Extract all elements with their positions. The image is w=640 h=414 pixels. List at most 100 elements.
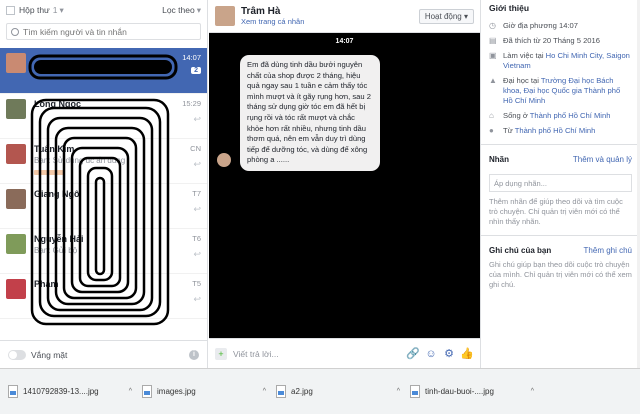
emoji-icon[interactable]: ☺ [424,348,438,360]
contact-avatar[interactable] [215,6,235,26]
calendar-icon: ▤ [489,36,497,45]
chevron-down-icon[interactable]: ▾ [59,5,63,16]
settings-icon[interactable]: ⚙ [442,347,456,360]
status-dropdown[interactable]: Hoạt động ▾ [418,8,474,24]
info-text: Sống ở [503,111,530,120]
contact-titles: Trâm Hà Xem trang cá nhân [241,6,419,26]
presence-bar: Vắng mặt i [0,340,207,368]
thread-time: 14:07 [182,53,201,62]
thread-body: Phạm [34,279,179,318]
filter-dropdown[interactable]: Lọc theo [162,5,195,15]
inbox-dropdown[interactable]: Hộp thư [19,5,50,15]
labels-header: Nhãn Thêm và quản lý [489,155,632,164]
contact-name[interactable]: Trâm Hà [241,6,419,17]
thread-item[interactable]: Tuấn Kim Bạn: Sử dụng đc ấn dung CN ↩ [0,139,207,184]
time-divider: 14:07 [335,38,354,45]
clock-icon: ◷ [489,21,496,30]
download-item[interactable]: tinh-dau-buoi-....jpg ^ [406,378,538,406]
thread-snippet: Bạn: Sử dụng đc ấn dung [34,156,126,165]
sender-avatar [217,153,231,167]
labels-title: Nhãn [489,155,509,164]
select-all-checkbox[interactable] [6,5,15,15]
chevron-up-icon[interactable]: ^ [397,388,400,395]
paperclip-icon[interactable]: 🔗 [406,347,420,360]
download-filename: a2.jpg [291,387,313,396]
chevron-up-icon[interactable]: ^ [263,388,266,395]
message-bubble: Em đã dùng tinh dầu bưởi nguyên chất của… [240,55,380,171]
thread-item[interactable]: Phạm T5 ↩ [0,274,207,319]
thread-meta: CN ↩ [179,144,201,183]
chevron-up-icon[interactable]: ^ [129,388,132,395]
download-filename: tinh-dau-buoi-....jpg [425,387,494,396]
thread-time: T5 [192,279,201,288]
thread-meta: 15:29 ↩ [179,99,201,138]
notes-title: Ghi chú của bạn [489,246,552,255]
info-text: Đại học tại [503,76,541,85]
intro-title: Giới thiệu [489,3,530,13]
search-input[interactable] [23,26,193,37]
view-profile-link[interactable]: Xem trang cá nhân [241,17,419,26]
thread-item[interactable]: Nguyễn Hải Bạn: Gửi bộ T6 ↩ [0,229,207,274]
away-label: Vắng mặt [31,349,68,360]
message-area: 14:07 Em đã dùng tinh dầu bưởi nguyên ch… [209,33,480,338]
away-toggle[interactable] [8,349,26,360]
download-item[interactable]: images.jpg ^ [138,378,270,406]
filter-chevron-icon[interactable]: ▾ [197,5,201,16]
reply-icon: ↩ [193,114,201,124]
thread-time: T7 [192,189,201,198]
lives-in-row: ⌂ Sống ở Thành phố Hồ Chí Minh [489,111,632,121]
info-text: Đã thích từ 20 Tháng 5 2016 [503,36,600,45]
thread-meta: 14:07 2 [179,53,201,93]
search-icon [11,27,19,36]
thread-item-active[interactable]: 14:07 2 [0,48,207,94]
thread-body: Giang Ngô [34,189,179,228]
reply-input[interactable]: Viết trả lời... [233,349,402,359]
thread-name: Giang Ngô [34,189,80,199]
inbox-toolbar: Hộp thư 1 ▾ Lọc theo ▾ [0,0,207,20]
location-icon: ● [489,126,494,135]
thread-item[interactable]: Long Ngọc 15:29 ↩ [0,94,207,139]
manage-labels-link[interactable]: Thêm và quản lý [573,155,632,164]
reply-icon: ↩ [193,249,201,259]
reply-icon: ↩ [193,294,201,304]
education-icon: ▲ [489,76,497,85]
thread-snippet [34,111,179,122]
info-icon[interactable]: i [189,349,199,360]
info-text: Giờ địa phương 14:07 [503,21,578,30]
download-item[interactable]: a2.jpg ^ [272,378,404,406]
image-file-icon [8,385,18,398]
label-input[interactable]: Áp dụng nhãn... [489,174,632,192]
add-attachment-icon[interactable]: + [215,347,227,360]
thread-name: Tuấn Kim [34,144,75,154]
thread-item[interactable]: Giang Ngô T7 ↩ [0,184,207,229]
home-icon: ⌂ [489,111,494,120]
image-file-icon [276,385,286,398]
thread-name: Long Ngọc [34,99,81,109]
like-icon[interactable]: 👍 [460,347,474,360]
thread-meta: T7 ↩ [179,189,201,228]
reply-icon: ↩ [193,159,201,169]
thread-snippet [34,291,179,302]
thread-body: Long Ngọc [34,99,179,138]
search-container [0,20,207,45]
work-row: ▣ Làm việc tại Ho Chi Minh City, Saigon … [489,51,632,71]
thread-body: Nguyễn Hải Bạn: Gửi bộ [34,234,179,273]
inbox-count: 1 [52,5,58,15]
unread-badge: 2 [191,67,201,74]
thread-snippet: Bạn: Gửi bộ [34,246,78,255]
search-box[interactable] [6,23,201,40]
thread-meta: T6 ↩ [179,234,201,273]
city-link[interactable]: Thành phố Hồ Chí Minh [530,111,611,120]
download-item[interactable]: 1410792839-13....jpg ^ [4,378,136,406]
notes-header: Ghi chú của bạn Thêm ghi chú [489,246,632,255]
from-row: ● Từ Thành phố Hồ Chí Minh [489,126,632,136]
divider [481,144,640,145]
conversation-pane: Trâm Hà Xem trang cá nhân Hoạt động ▾ 14… [209,0,480,368]
hometown-link[interactable]: Thành phố Hồ Chí Minh [515,126,596,135]
add-note-link[interactable]: Thêm ghi chú [584,246,632,255]
image-file-icon [142,385,152,398]
info-text: Làm việc tại [503,51,546,60]
chevron-up-icon[interactable]: ^ [531,388,534,395]
education-row: ▲ Đại học tại Trường Đại học Bách khoa, … [489,76,632,106]
download-filename: images.jpg [157,387,196,396]
